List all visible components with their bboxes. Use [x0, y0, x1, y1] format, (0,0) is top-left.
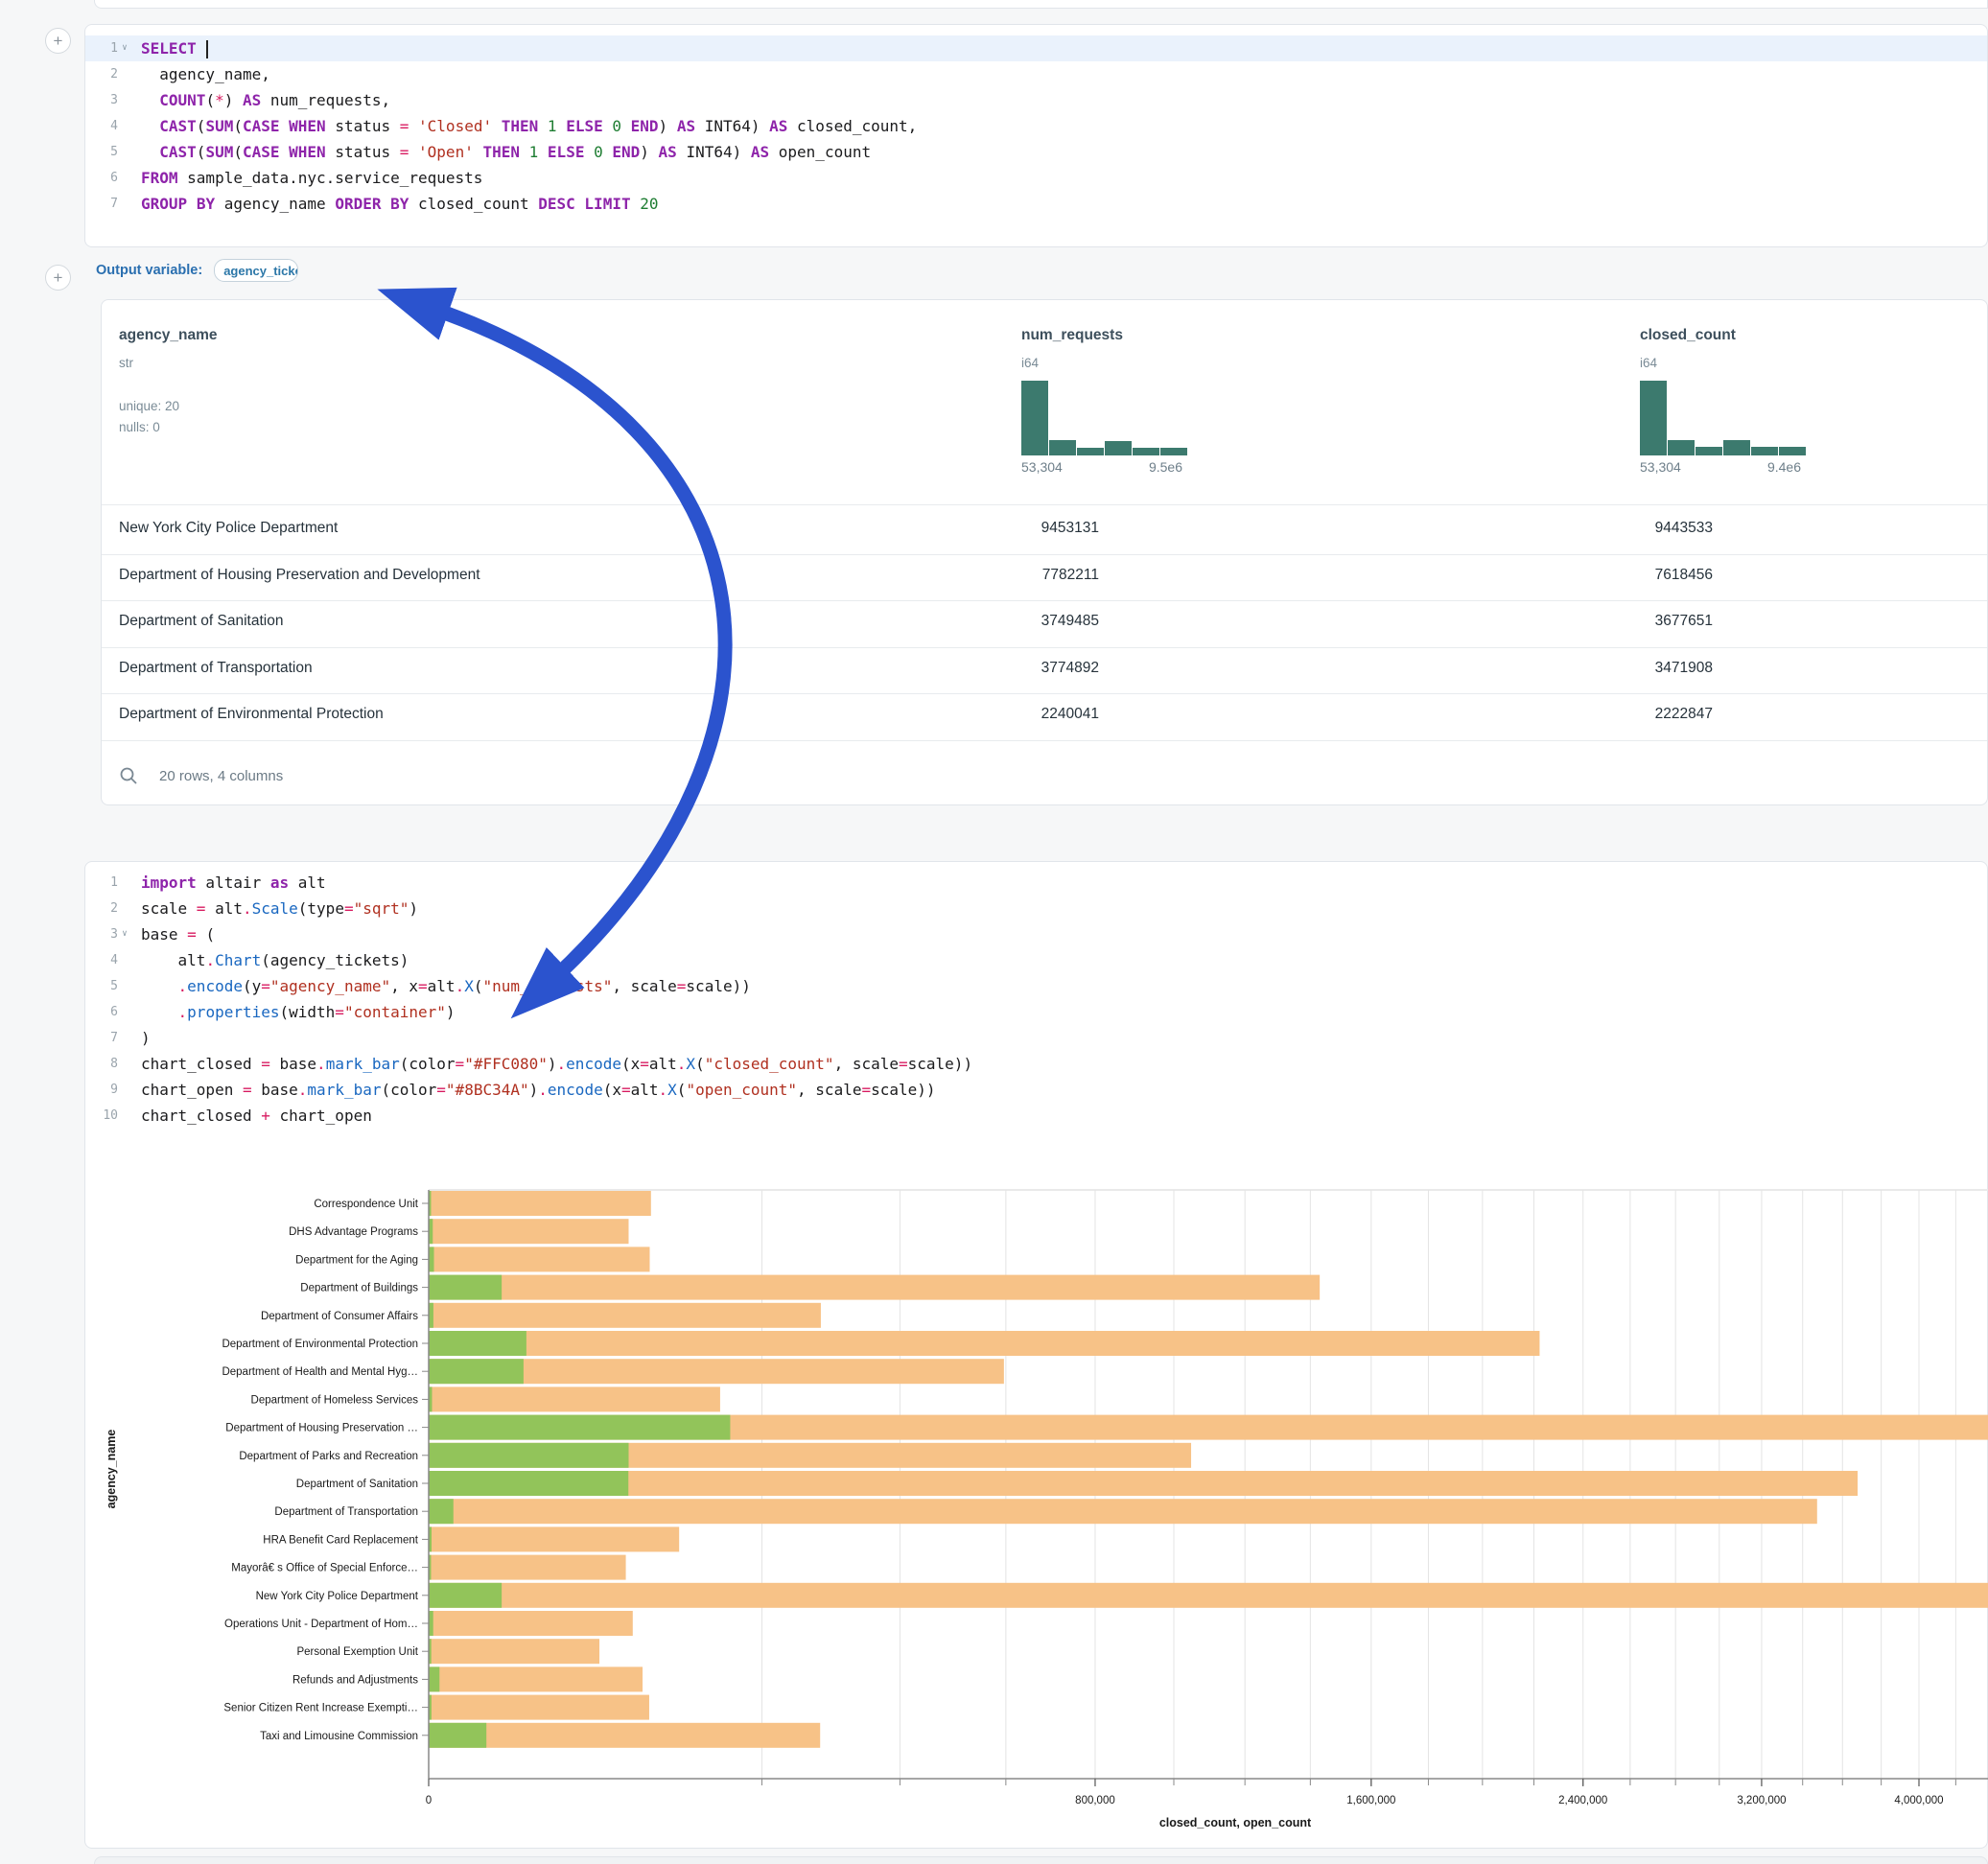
- x-axis-label: 4,000,000: [1894, 1795, 1943, 1806]
- table-row-count: 20 rows, 4 columns: [159, 768, 283, 784]
- bar-closed_count[interactable]: [429, 1247, 649, 1271]
- bar-chart[interactable]: Correspondence Unit DHS Advantage Program…: [84, 1184, 1988, 1846]
- y-axis-label: Department of Housing Preservation …: [225, 1423, 418, 1434]
- previous-cell-edge: [94, 0, 1988, 9]
- column-histogram[interactable]: 53,304 9.4e6: [1640, 396, 1809, 473]
- bar-closed_count[interactable]: [429, 1666, 643, 1691]
- code-line[interactable]: 8chart_closed = base.mark_bar(color="#FF…: [85, 1051, 1987, 1077]
- bar-closed_count[interactable]: [429, 1639, 599, 1664]
- bar-closed_count[interactable]: [429, 1191, 651, 1216]
- y-axis-label: Taxi and Limousine Commission: [260, 1731, 418, 1742]
- bar-closed_count[interactable]: [429, 1723, 820, 1748]
- code-line[interactable]: 7): [85, 1025, 1987, 1051]
- add-cell-button-top[interactable]: +: [45, 28, 71, 54]
- code-line[interactable]: 9chart_open = base.mark_bar(color="#8BC3…: [85, 1077, 1987, 1103]
- bar-open_count[interactable]: [429, 1331, 526, 1356]
- bar-closed_count[interactable]: [429, 1331, 1539, 1356]
- table-footer: 20 rows, 4 columns: [119, 758, 283, 793]
- code-line[interactable]: 10chart_closed + chart_open: [85, 1103, 1987, 1129]
- code-line[interactable]: 1import altair as alt: [85, 870, 1987, 896]
- search-icon[interactable]: [119, 766, 138, 785]
- bar-closed_count[interactable]: [429, 1499, 1817, 1524]
- code-line[interactable]: 3∨base = (: [85, 921, 1987, 947]
- code-line[interactable]: 6FROM sample_data.nyc.service_requests: [85, 165, 1987, 191]
- column-type: str: [119, 356, 133, 370]
- bar-open_count[interactable]: [429, 1415, 730, 1440]
- column-type: i64: [1021, 356, 1039, 370]
- notebook-page: + + 1∨SELECT 2 agency_name,3 COUNT(*) AS…: [0, 0, 1988, 1864]
- x-axis-label: 1,600,000: [1346, 1795, 1395, 1806]
- next-cell-edge: [94, 1856, 1988, 1864]
- code-line[interactable]: 2 agency_name,: [85, 61, 1987, 87]
- bar-closed_count[interactable]: [429, 1471, 1858, 1496]
- code-line[interactable]: 3 COUNT(*) AS num_requests,: [85, 87, 1987, 113]
- y-axis-label: Personal Exemption Unit: [296, 1646, 418, 1658]
- y-axis-label: Mayorâ€ s Office of Special Enforce…: [231, 1563, 418, 1574]
- y-axis-label: Senior Citizen Rent Increase Exempti…: [223, 1703, 418, 1714]
- y-axis-label: Refunds and Adjustments: [292, 1674, 418, 1686]
- y-axis-title: agency_name: [105, 1430, 118, 1509]
- y-axis-label: DHS Advantage Programs: [289, 1226, 418, 1238]
- bar-open_count[interactable]: [429, 1247, 433, 1271]
- table-header: agency_name str unique: 20nulls: 0 num_req…: [102, 300, 1987, 504]
- sql-editor[interactable]: 1∨SELECT 2 agency_name,3 COUNT(*) AS num…: [85, 35, 1987, 217]
- x-axis-label: 0: [426, 1795, 432, 1806]
- bar-closed_count[interactable]: [429, 1695, 649, 1720]
- bar-open_count[interactable]: [429, 1583, 502, 1608]
- y-axis-label: Department for the Aging: [295, 1254, 418, 1266]
- y-axis-label: Department of Consumer Affairs: [261, 1311, 418, 1322]
- bar-closed_count[interactable]: [429, 1219, 628, 1244]
- column-header-closed_count[interactable]: closed_count: [1640, 327, 1736, 344]
- bar-open_count[interactable]: [429, 1275, 502, 1300]
- bar-closed_count[interactable]: [429, 1611, 633, 1636]
- x-axis-label: 3,200,000: [1737, 1795, 1786, 1806]
- y-axis-label: Department of Transportation: [274, 1506, 418, 1518]
- code-line[interactable]: 7GROUP BY agency_name ORDER BY closed_co…: [85, 191, 1987, 217]
- column-header-agency_name[interactable]: agency_name: [119, 327, 218, 344]
- bar-open_count[interactable]: [429, 1443, 628, 1468]
- add-cell-button-output[interactable]: +: [45, 265, 71, 291]
- column-type: i64: [1640, 356, 1657, 370]
- sql-cell: 1∨SELECT 2 agency_name,3 COUNT(*) AS num…: [84, 24, 1988, 247]
- code-line[interactable]: 2scale = alt.Scale(type="sqrt"): [85, 896, 1987, 921]
- column-histogram[interactable]: 53,304 9.5e6: [1021, 396, 1190, 473]
- output-variable-row: Output variable: agency_tickets: [96, 255, 298, 286]
- code-line[interactable]: 5 .encode(y="agency_name", x=alt.X("num_…: [85, 973, 1987, 999]
- x-axis-label: 800,000: [1075, 1795, 1115, 1806]
- y-axis-label: HRA Benefit Card Replacement: [263, 1534, 419, 1546]
- bar-closed_count[interactable]: [429, 1583, 1988, 1608]
- code-line[interactable]: 4 CAST(SUM(CASE WHEN status = 'Closed' T…: [85, 113, 1987, 139]
- x-axis-title: closed_count, open_count: [1159, 1816, 1312, 1829]
- y-axis-label: Correspondence Unit: [314, 1199, 418, 1210]
- code-line[interactable]: 6 .properties(width="container"): [85, 999, 1987, 1025]
- x-axis-label: 2,400,000: [1558, 1795, 1607, 1806]
- output-variable-label: Output variable:: [96, 263, 202, 278]
- y-axis-label: Department of Environmental Protection: [222, 1339, 418, 1350]
- bar-closed_count[interactable]: [429, 1555, 626, 1580]
- bar-closed_count[interactable]: [429, 1275, 1320, 1300]
- column-header-num_requests[interactable]: num_requests: [1021, 327, 1123, 344]
- y-axis-label: New York City Police Department: [256, 1591, 419, 1602]
- column-stats: unique: 20nulls: 0: [119, 396, 179, 438]
- y-axis-label: Department of Homeless Services: [251, 1394, 419, 1406]
- y-axis-label: Department of Health and Mental Hyg…: [222, 1366, 418, 1378]
- code-line[interactable]: 5 CAST(SUM(CASE WHEN status = 'Open' THE…: [85, 139, 1987, 165]
- code-line[interactable]: 4 alt.Chart(agency_tickets): [85, 947, 1987, 973]
- code-line[interactable]: 1∨SELECT: [85, 35, 1987, 61]
- bar-closed_count[interactable]: [429, 1303, 821, 1328]
- y-axis-label: Department of Sanitation: [296, 1479, 418, 1490]
- results-table: agency_name str unique: 20nulls: 0 num_req…: [101, 299, 1988, 805]
- y-axis-label: Operations Unit - Department of Hom…: [224, 1619, 418, 1630]
- output-variable-pill[interactable]: agency_tickets: [214, 259, 298, 282]
- y-axis-label: Department of Parks and Recreation: [239, 1451, 418, 1462]
- bar-closed_count[interactable]: [429, 1526, 679, 1551]
- bar-open_count[interactable]: [429, 1666, 439, 1691]
- y-axis-label: Department of Buildings: [300, 1283, 418, 1294]
- bar-open_count[interactable]: [429, 1359, 524, 1384]
- python-editor[interactable]: 1import altair as alt2scale = alt.Scale(…: [85, 870, 1987, 1129]
- bar-open_count[interactable]: [429, 1723, 486, 1748]
- bar-open_count[interactable]: [429, 1471, 628, 1496]
- bar-open_count[interactable]: [429, 1499, 454, 1524]
- bar-closed_count[interactable]: [429, 1386, 720, 1411]
